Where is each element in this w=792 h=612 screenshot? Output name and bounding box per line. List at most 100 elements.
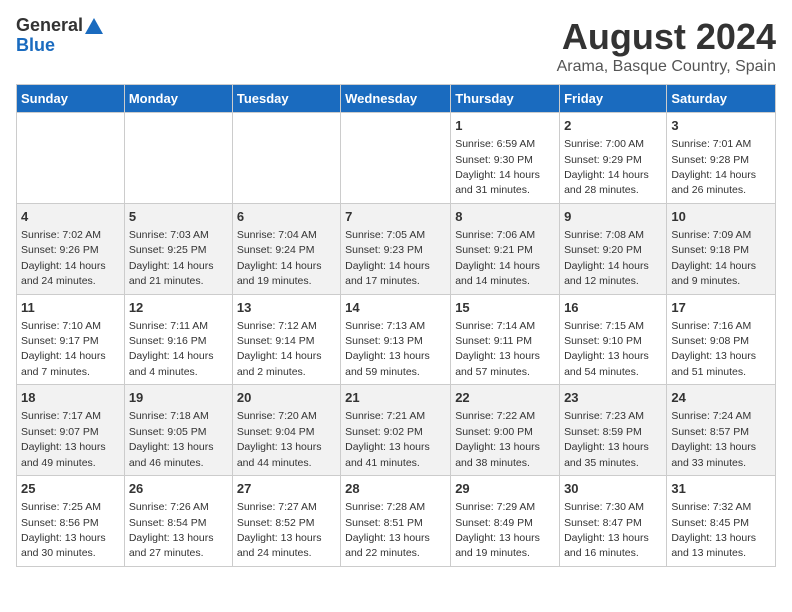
day-of-week-header: Sunday [17,85,125,113]
day-of-week-header: Tuesday [232,85,340,113]
day-info: Sunrise: 7:29 AM Sunset: 8:49 PM Dayligh… [455,501,540,559]
calendar-day-cell: 1 Sunrise: 6:59 AM Sunset: 9:30 PM Daylig… [451,113,560,204]
day-info: Sunrise: 7:12 AM Sunset: 9:14 PM Dayligh… [237,320,322,378]
day-number: 15 [455,299,555,317]
day-info: Sunrise: 7:02 AM Sunset: 9:26 PM Dayligh… [21,229,106,287]
location-subtitle: Arama, Basque Country, Spain [557,58,776,76]
calendar-day-cell: 5 Sunrise: 7:03 AM Sunset: 9:25 PM Daylig… [124,203,232,294]
day-info: Sunrise: 7:13 AM Sunset: 9:13 PM Dayligh… [345,320,430,378]
day-number: 30 [564,480,662,498]
day-number: 6 [237,208,336,226]
logo: General Blue [16,16,103,56]
month-year-title: August 2024 [557,16,776,58]
day-number: 21 [345,389,446,407]
calendar-week-row: 4 Sunrise: 7:02 AM Sunset: 9:26 PM Daylig… [17,203,776,294]
calendar-day-cell: 8 Sunrise: 7:06 AM Sunset: 9:21 PM Daylig… [451,203,560,294]
calendar-week-row: 11 Sunrise: 7:10 AM Sunset: 9:17 PM Dayli… [17,294,776,385]
day-number: 16 [564,299,662,317]
day-info: Sunrise: 7:11 AM Sunset: 9:16 PM Dayligh… [129,320,214,378]
day-info: Sunrise: 7:22 AM Sunset: 9:00 PM Dayligh… [455,410,540,468]
day-number: 18 [21,389,120,407]
calendar-week-row: 1 Sunrise: 6:59 AM Sunset: 9:30 PM Daylig… [17,113,776,204]
day-number: 2 [564,117,662,135]
day-number: 20 [237,389,336,407]
calendar-day-cell: 3 Sunrise: 7:01 AM Sunset: 9:28 PM Daylig… [667,113,776,204]
calendar-day-cell [232,113,340,204]
calendar-day-cell: 10 Sunrise: 7:09 AM Sunset: 9:18 PM Dayli… [667,203,776,294]
day-info: Sunrise: 7:01 AM Sunset: 9:28 PM Dayligh… [671,138,756,196]
title-area: August 2024 Arama, Basque Country, Spain [557,16,776,76]
calendar-day-cell: 17Sunrise: 7:16 AM Sunset: 9:08 PM Dayli… [667,294,776,385]
day-info: Sunrise: 7:25 AM Sunset: 8:56 PM Dayligh… [21,501,106,559]
day-number: 5 [129,208,228,226]
day-number: 19 [129,389,228,407]
logo-blue-text: Blue [16,36,55,56]
day-info: Sunrise: 7:32 AM Sunset: 8:45 PM Dayligh… [671,501,756,559]
calendar-day-cell: 29Sunrise: 7:29 AM Sunset: 8:49 PM Dayli… [451,476,560,567]
calendar-day-cell: 6 Sunrise: 7:04 AM Sunset: 9:24 PM Daylig… [232,203,340,294]
calendar-day-cell: 22 Sunrise: 7:22 AM Sunset: 9:00 PM Dayli… [451,385,560,476]
day-info: Sunrise: 7:21 AM Sunset: 9:02 PM Dayligh… [345,410,430,468]
day-info: Sunrise: 7:18 AM Sunset: 9:05 PM Dayligh… [129,410,214,468]
calendar-day-cell: 23 Sunrise: 7:23 AM Sunset: 8:59 PM Dayli… [560,385,667,476]
day-number: 8 [455,208,555,226]
day-info: Sunrise: 7:04 AM Sunset: 9:24 PM Dayligh… [237,229,322,287]
day-info: Sunrise: 7:06 AM Sunset: 9:21 PM Dayligh… [455,229,540,287]
calendar-day-cell: 2 Sunrise: 7:00 AM Sunset: 9:29 PM Daylig… [560,113,667,204]
calendar-day-cell: 19 Sunrise: 7:18 AM Sunset: 9:05 PM Dayli… [124,385,232,476]
calendar-day-cell: 20 Sunrise: 7:20 AM Sunset: 9:04 PM Dayli… [232,385,340,476]
day-number: 27 [237,480,336,498]
calendar-day-cell: 12 Sunrise: 7:11 AM Sunset: 9:16 PM Dayli… [124,294,232,385]
calendar-day-cell [17,113,125,204]
calendar-header-row: SundayMondayTuesdayWednesdayThursdayFrid… [17,85,776,113]
day-info: Sunrise: 7:20 AM Sunset: 9:04 PM Dayligh… [237,410,322,468]
day-info: Sunrise: 7:28 AM Sunset: 8:51 PM Dayligh… [345,501,430,559]
day-number: 10 [671,208,771,226]
day-number: 28 [345,480,446,498]
day-info: Sunrise: 7:05 AM Sunset: 9:23 PM Dayligh… [345,229,430,287]
day-info: Sunrise: 7:23 AM Sunset: 8:59 PM Dayligh… [564,410,649,468]
day-number: 12 [129,299,228,317]
day-info: Sunrise: 7:03 AM Sunset: 9:25 PM Dayligh… [129,229,214,287]
day-info: Sunrise: 7:16 AM Sunset: 9:08 PM Dayligh… [671,320,756,378]
day-info: Sunrise: 7:14 AM Sunset: 9:11 PM Dayligh… [455,320,540,378]
day-info: Sunrise: 7:17 AM Sunset: 9:07 PM Dayligh… [21,410,106,468]
day-number: 26 [129,480,228,498]
day-info: Sunrise: 7:27 AM Sunset: 8:52 PM Dayligh… [237,501,322,559]
day-of-week-header: Friday [560,85,667,113]
day-of-week-header: Monday [124,85,232,113]
logo-general-text: General [16,16,83,36]
day-info: Sunrise: 7:00 AM Sunset: 9:29 PM Dayligh… [564,138,649,196]
calendar-day-cell: 24Sunrise: 7:24 AM Sunset: 8:57 PM Dayli… [667,385,776,476]
day-number: 1 [455,117,555,135]
day-of-week-header: Thursday [451,85,560,113]
calendar-day-cell: 27 Sunrise: 7:27 AM Sunset: 8:52 PM Dayli… [232,476,340,567]
calendar-day-cell: 16 Sunrise: 7:15 AM Sunset: 9:10 PM Dayli… [560,294,667,385]
day-number: 9 [564,208,662,226]
day-info: Sunrise: 6:59 AM Sunset: 9:30 PM Dayligh… [455,138,540,196]
day-info: Sunrise: 7:09 AM Sunset: 9:18 PM Dayligh… [671,229,756,287]
calendar-day-cell [124,113,232,204]
day-info: Sunrise: 7:15 AM Sunset: 9:10 PM Dayligh… [564,320,649,378]
calendar-day-cell: 14 Sunrise: 7:13 AM Sunset: 9:13 PM Dayli… [341,294,451,385]
calendar-table: SundayMondayTuesdayWednesdayThursdayFrid… [16,84,776,567]
calendar-day-cell: 9Sunrise: 7:08 AM Sunset: 9:20 PM Daylig… [560,203,667,294]
calendar-day-cell: 30Sunrise: 7:30 AM Sunset: 8:47 PM Dayli… [560,476,667,567]
logo-triangle-icon [85,18,103,34]
day-number: 23 [564,389,662,407]
calendar-day-cell: 31 Sunrise: 7:32 AM Sunset: 8:45 PM Dayli… [667,476,776,567]
day-of-week-header: Wednesday [341,85,451,113]
calendar-day-cell: 15 Sunrise: 7:14 AM Sunset: 9:11 PM Dayli… [451,294,560,385]
day-number: 11 [21,299,120,317]
calendar-day-cell: 7Sunrise: 7:05 AM Sunset: 9:23 PM Daylig… [341,203,451,294]
calendar-day-cell: 25 Sunrise: 7:25 AM Sunset: 8:56 PM Dayli… [17,476,125,567]
day-number: 31 [671,480,771,498]
day-number: 22 [455,389,555,407]
day-info: Sunrise: 7:10 AM Sunset: 9:17 PM Dayligh… [21,320,106,378]
day-number: 14 [345,299,446,317]
calendar-week-row: 25 Sunrise: 7:25 AM Sunset: 8:56 PM Dayli… [17,476,776,567]
calendar-day-cell: 11 Sunrise: 7:10 AM Sunset: 9:17 PM Dayli… [17,294,125,385]
day-number: 3 [671,117,771,135]
day-number: 25 [21,480,120,498]
day-number: 4 [21,208,120,226]
